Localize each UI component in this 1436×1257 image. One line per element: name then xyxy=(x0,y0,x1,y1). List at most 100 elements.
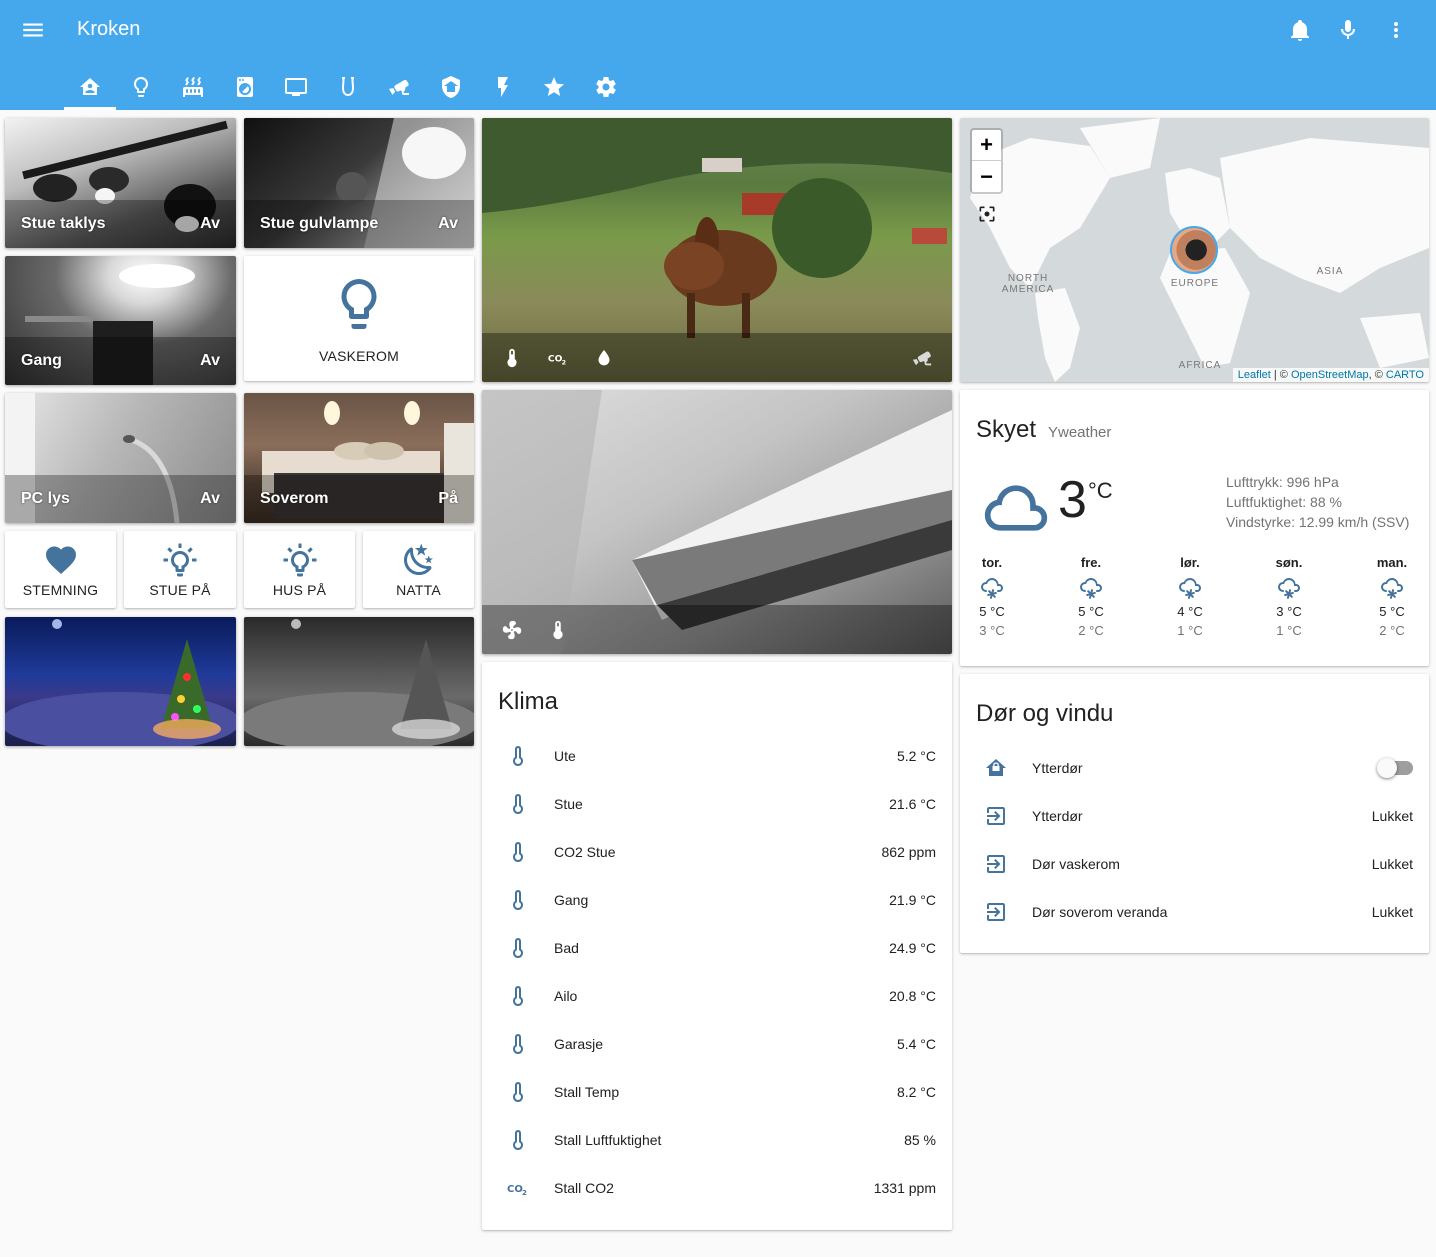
christmas-tree-bw-picture[interactable] xyxy=(244,617,474,746)
forecast-high: 5 °C xyxy=(1379,604,1405,619)
tab-heating[interactable] xyxy=(167,68,219,110)
tab-laundry[interactable] xyxy=(219,68,271,110)
svg-text:2: 2 xyxy=(562,358,566,366)
sensor-name: Garasje xyxy=(554,1036,604,1052)
klima-row[interactable]: CO 2 Stall CO2 1331 ppm xyxy=(498,1168,936,1208)
attribution-separator: , © xyxy=(1368,369,1386,381)
sensor-name: Stall Temp xyxy=(554,1084,620,1100)
tab-lights[interactable] xyxy=(116,68,168,110)
forecast-low: 2 °C xyxy=(1078,623,1104,638)
login-icon xyxy=(976,796,1016,836)
tab-settings[interactable] xyxy=(580,68,632,110)
leaflet-link[interactable]: Leaflet xyxy=(1238,369,1271,381)
thermometer-icon xyxy=(498,736,538,776)
klima-row[interactable]: Gang 21.9 °C xyxy=(498,880,936,920)
menu-icon[interactable] xyxy=(20,17,46,43)
klima-row[interactable]: Ailo 20.8 °C xyxy=(498,976,936,1016)
co2-icon[interactable]: CO 2 xyxy=(546,346,570,370)
login-icon xyxy=(976,892,1016,932)
map-card[interactable]: + − NORTH AMERICA EUROPE ASIA AFRICA Lea… xyxy=(960,118,1429,382)
heat-pump-glance[interactable] xyxy=(482,390,952,654)
klima-row[interactable]: CO2 Stue 862 ppm xyxy=(498,832,936,872)
carto-link[interactable]: CARTO xyxy=(1386,369,1424,381)
tab-energy[interactable] xyxy=(477,68,529,110)
fan-icon[interactable] xyxy=(500,618,524,642)
tab-home[interactable] xyxy=(64,68,116,110)
light-soverom[interactable]: Soverom På xyxy=(244,393,474,523)
klima-row[interactable]: Ute 5.2 °C xyxy=(498,736,936,776)
overflow-menu-icon[interactable] xyxy=(1380,14,1412,46)
thermometer-icon xyxy=(498,880,538,920)
weather-condition: Skyet xyxy=(976,416,1037,443)
television-icon xyxy=(285,78,308,96)
person-avatar[interactable] xyxy=(1170,226,1218,274)
thermometer-icon[interactable] xyxy=(500,346,524,370)
light-pc-lys[interactable]: PC lys Av xyxy=(5,393,236,523)
tab-stable[interactable] xyxy=(322,68,374,110)
christmas-tree-color-picture[interactable] xyxy=(5,617,236,746)
sensor-name: Ailo xyxy=(554,988,578,1004)
sensor-name: Stall CO2 xyxy=(554,1180,614,1196)
scene-natta-button[interactable]: NATTA xyxy=(363,531,474,608)
zoom-controls: + − xyxy=(970,128,1003,194)
scene-stue-pa-button[interactable]: STUE PÅ xyxy=(124,531,236,608)
forecast-low: 2 °C xyxy=(1379,623,1405,638)
forecast-day-label: lør. xyxy=(1180,555,1200,570)
lightbulb-icon xyxy=(341,278,377,329)
klima-row[interactable]: Stall Temp 8.2 °C xyxy=(498,1072,936,1112)
sensor-value: 5.2 °C xyxy=(896,748,936,764)
thermometer-icon[interactable] xyxy=(546,618,570,642)
scene-stemning-button[interactable]: STEMNING xyxy=(5,531,116,608)
light-stue-gulvlampe[interactable]: Stue gulvlampe Av xyxy=(244,118,474,248)
fit-map-icon[interactable] xyxy=(977,204,997,224)
water-drop-icon[interactable] xyxy=(592,346,616,370)
shield-home-icon xyxy=(441,76,460,98)
tab-favorites[interactable] xyxy=(528,68,580,110)
scene-hus-pa-button[interactable]: HUS PÅ xyxy=(244,531,355,608)
klima-row[interactable]: Stall Luftfuktighet 85 % xyxy=(498,1120,936,1160)
tab-cameras[interactable] xyxy=(374,68,426,110)
thermometer-icon xyxy=(498,976,538,1016)
forecast-day: søn. 3 °C 1 °C xyxy=(1259,555,1319,638)
weather-unit: °C xyxy=(1088,478,1113,503)
svg-text:2: 2 xyxy=(522,1189,527,1197)
klima-row[interactable]: Bad 24.9 °C xyxy=(498,928,936,968)
cloudy-icon xyxy=(982,474,1050,547)
door-row: Dør soverom veranda Lukket xyxy=(976,892,1413,932)
light-stue-taklys[interactable]: Stue taklys Av xyxy=(5,118,236,248)
zoom-in-button[interactable]: + xyxy=(972,130,1001,161)
continent-label: EUROPE xyxy=(1170,278,1220,289)
light-name: Soverom xyxy=(260,490,329,507)
sensor-name: Bad xyxy=(554,940,579,956)
door-state: Lukket xyxy=(1371,808,1413,824)
stable-camera-glance[interactable]: CO 2 xyxy=(482,118,952,382)
zoom-out-button[interactable]: − xyxy=(972,161,1001,192)
weather-humidity: Luftfuktighet: 88 % xyxy=(1226,494,1342,510)
tab-security[interactable] xyxy=(425,68,477,110)
forecast-day-label: man. xyxy=(1376,555,1408,570)
weather-card[interactable]: Skyet Yweather 3 °C Lufttrykk: 996 hPa L… xyxy=(960,390,1429,666)
snow-rain-icon xyxy=(1259,576,1319,600)
forecast-low: 1 °C xyxy=(1276,623,1302,638)
sensor-name: Stall Luftfuktighet xyxy=(554,1132,662,1148)
klima-row[interactable]: Garasje 5.4 °C xyxy=(498,1024,936,1064)
forecast-low: 1 °C xyxy=(1177,623,1203,638)
forecast-day-label: tor. xyxy=(981,555,1003,570)
notifications-icon[interactable] xyxy=(1284,14,1316,46)
sensor-value: 8.2 °C xyxy=(896,1084,936,1100)
cctv-icon xyxy=(389,79,410,95)
button-label: VASKEROM xyxy=(319,347,399,364)
openstreetmap-link[interactable]: OpenStreetMap xyxy=(1291,369,1369,381)
christmas-tree-image xyxy=(244,619,474,746)
door-name: Dør vaskerom xyxy=(1032,856,1120,872)
klima-row[interactable]: Stue 21.6 °C xyxy=(498,784,936,824)
ytterdor-lock-toggle[interactable] xyxy=(1377,758,1413,778)
light-gang[interactable]: Gang Av xyxy=(5,256,236,385)
sensor-name: Stue xyxy=(554,796,583,812)
light-name: Gang xyxy=(21,352,62,369)
vaskerom-button[interactable]: VASKEROM xyxy=(244,256,474,381)
microphone-icon[interactable] xyxy=(1332,14,1364,46)
cctv-icon[interactable] xyxy=(910,346,934,370)
forecast-high: 5 °C xyxy=(1078,604,1104,619)
tab-media[interactable] xyxy=(270,68,322,110)
